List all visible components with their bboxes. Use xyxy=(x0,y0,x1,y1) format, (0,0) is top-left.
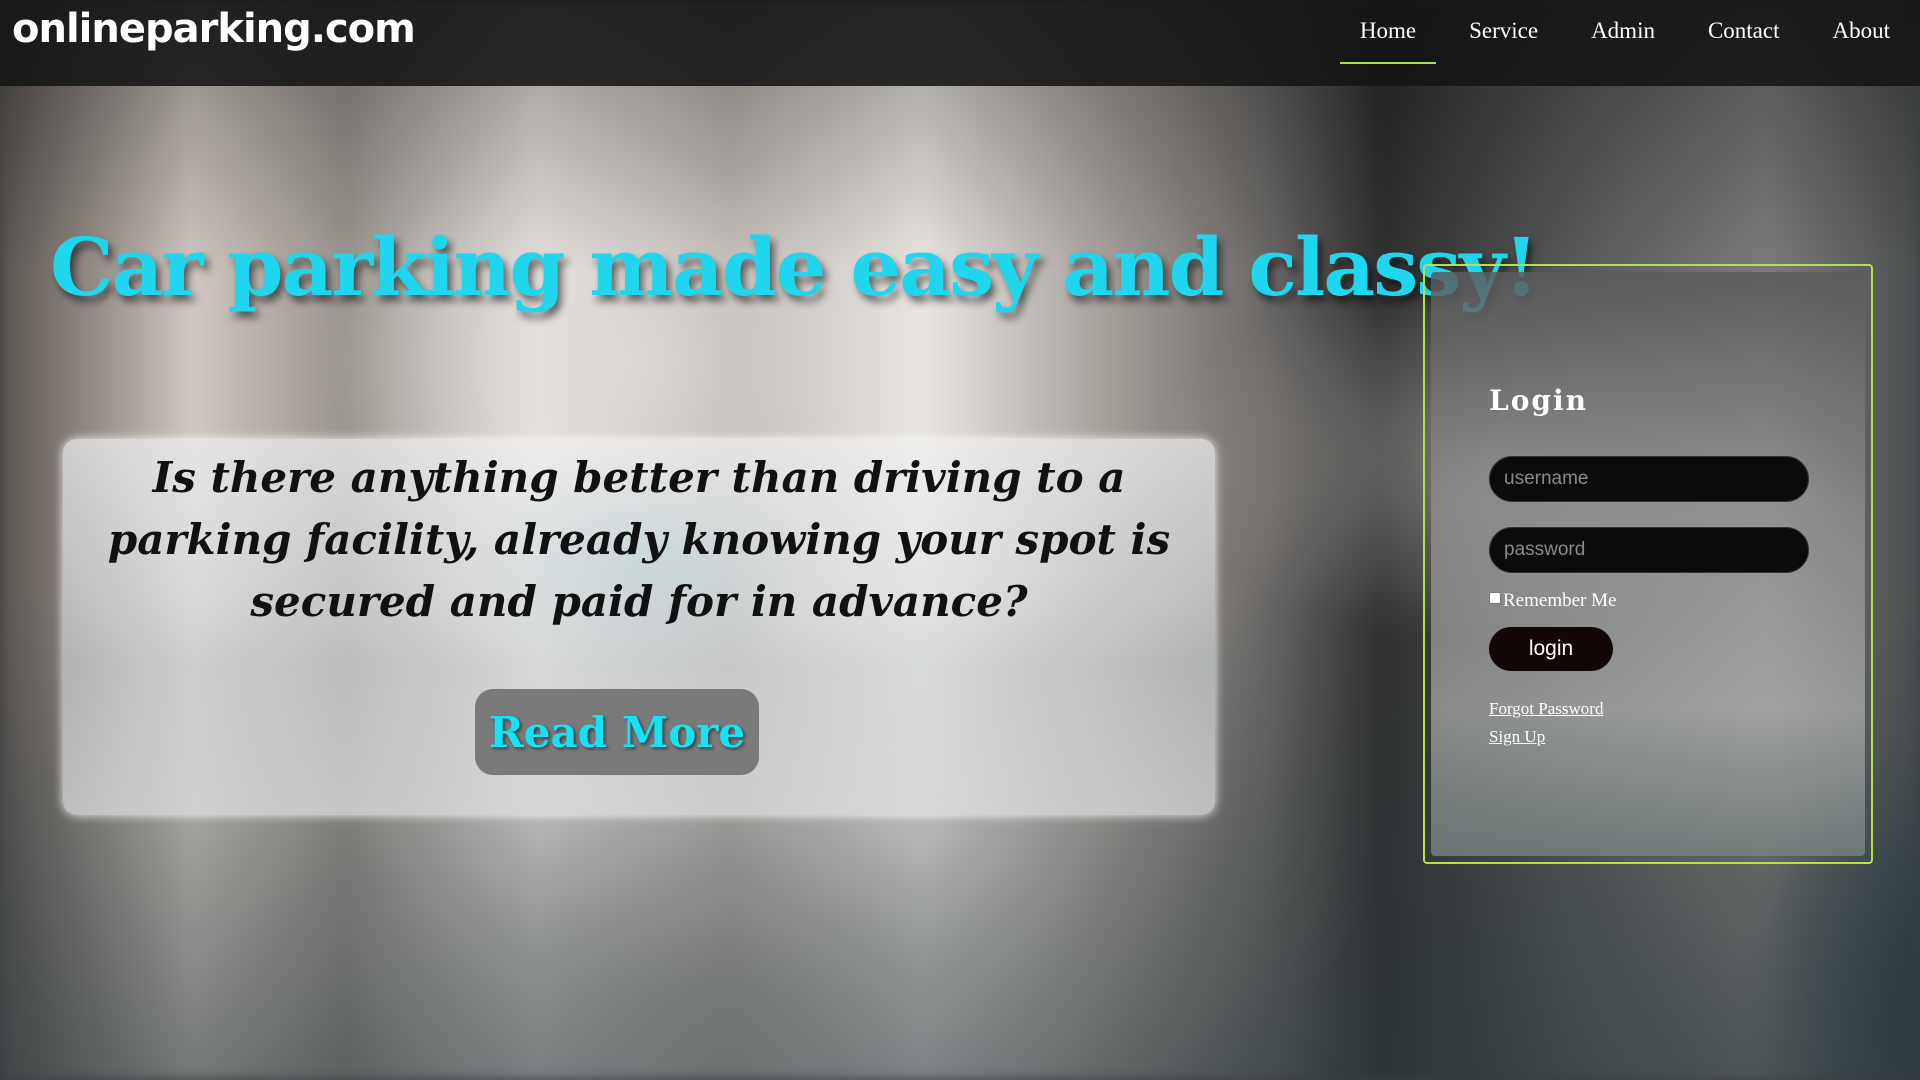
login-frame: Login Remember Me login Forgot Password … xyxy=(1423,264,1873,864)
remember-me: Remember Me xyxy=(1489,590,1616,612)
nav-home[interactable]: Home xyxy=(1339,0,1437,64)
remember-me-checkbox[interactable] xyxy=(1489,592,1501,604)
main-nav: Home Service Admin Contact About xyxy=(1327,0,1910,64)
nav-admin[interactable]: Admin xyxy=(1571,0,1675,64)
sign-up-link[interactable]: Sign Up xyxy=(1489,727,1545,747)
site-logo[interactable]: onlineparking.com xyxy=(12,6,416,52)
top-navbar: onlineparking.com Home Service Admin Con… xyxy=(0,0,1920,86)
login-button[interactable]: login xyxy=(1489,627,1613,671)
hero-card: Is there anything better than driving to… xyxy=(63,439,1215,815)
username-input[interactable] xyxy=(1489,456,1809,502)
login-title: Login xyxy=(1489,384,1588,417)
forgot-password-link[interactable]: Forgot Password xyxy=(1489,699,1603,719)
read-more-button[interactable]: Read More xyxy=(475,689,759,775)
nav-contact[interactable]: Contact xyxy=(1688,0,1800,64)
hero-title: Car parking made easy and classy! xyxy=(50,220,1539,314)
login-panel: Login Remember Me login Forgot Password … xyxy=(1431,272,1865,856)
password-input[interactable] xyxy=(1489,527,1809,573)
nav-about[interactable]: About xyxy=(1813,0,1911,64)
hero-text: Is there anything better than driving to… xyxy=(107,453,1171,626)
nav-service[interactable]: Service xyxy=(1449,0,1558,64)
remember-me-label: Remember Me xyxy=(1503,590,1617,611)
